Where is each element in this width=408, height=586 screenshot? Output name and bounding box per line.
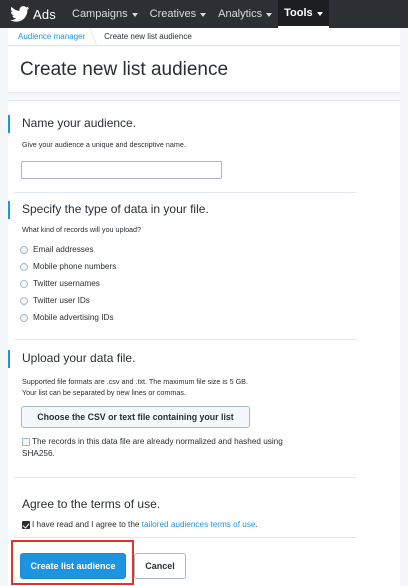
type-section-title: Specify the type of data in your file.	[22, 202, 209, 216]
hashed-checkbox-label-line2: SHA256.	[22, 449, 55, 458]
choose-file-button[interactable]: Choose the CSV or text file containing y…	[21, 406, 250, 428]
page-header: Create new list audience	[8, 47, 400, 93]
radio-email-label: Email addresses	[33, 245, 94, 254]
radio-twitter-usernames-label: Twitter usernames	[33, 279, 100, 288]
name-section-title: Name your audience.	[22, 116, 137, 130]
breadcrumb: Audience manager Create new list audienc…	[8, 27, 400, 46]
breadcrumb-current: Create new list audience	[104, 32, 192, 41]
brand-logo[interactable]: Ads	[0, 0, 66, 28]
upload-section-title: Upload your data file.	[22, 351, 136, 365]
section-indicator	[8, 201, 10, 219]
twitter-bird-icon	[10, 6, 30, 22]
nav-analytics-label: Analytics	[218, 8, 263, 20]
terms-of-use-link[interactable]: tailored audiences terms of use	[142, 520, 256, 529]
audience-name-input[interactable]	[21, 161, 222, 179]
radio-button[interactable]	[20, 245, 28, 254]
page-title: Create new list audience	[20, 58, 229, 80]
chevron-down-icon	[200, 12, 207, 17]
name-section-description: Give your audience a unique and descript…	[22, 140, 186, 149]
nav-creatives[interactable]: Creatives	[144, 0, 212, 28]
section-divider	[14, 477, 356, 478]
terms-checkbox-label: I have read and I agree to the tailored …	[32, 519, 258, 531]
hashed-checkbox-label-line1: The records in this data file are alread…	[32, 437, 283, 446]
chevron-down-icon	[316, 11, 323, 16]
terms-checkbox[interactable]	[22, 521, 30, 529]
radio-button[interactable]	[20, 279, 28, 288]
radio-button[interactable]	[20, 313, 28, 322]
nav-analytics[interactable]: Analytics	[212, 0, 278, 28]
nav-campaigns-label: Campaigns	[72, 8, 128, 20]
radio-twitter-user-ids-label: Twitter user IDs	[33, 296, 90, 305]
chevron-down-icon	[266, 12, 273, 17]
radio-mobile-advertising-ids-label: Mobile advertising IDs	[33, 313, 114, 322]
radio-twitter-user-ids[interactable]: Twitter user IDs	[20, 296, 90, 305]
section-divider	[14, 339, 356, 340]
chevron-down-icon	[131, 12, 138, 17]
radio-button[interactable]	[20, 262, 28, 271]
create-audience-form: Name your audience. Give your audience a…	[8, 100, 400, 586]
radio-button[interactable]	[20, 296, 28, 305]
radio-mobile-phone-label: Mobile phone numbers	[33, 262, 117, 271]
section-divider	[14, 192, 356, 193]
section-divider	[14, 537, 356, 538]
nav-tools-label: Tools	[284, 7, 313, 19]
section-indicator	[8, 350, 10, 368]
nav-creatives-label: Creatives	[149, 8, 197, 20]
brand-label: Ads	[33, 6, 57, 22]
terms-suffix: .	[255, 520, 258, 529]
create-list-audience-button[interactable]: Create list audience	[20, 553, 126, 579]
hashed-checkbox[interactable]	[22, 438, 30, 446]
terms-prefix: I have read and I agree to the	[32, 520, 142, 529]
cancel-button[interactable]: Cancel	[134, 553, 186, 579]
terms-section-title: Agree to the terms of use.	[22, 497, 161, 511]
radio-twitter-usernames[interactable]: Twitter usernames	[20, 279, 100, 288]
radio-mobile-advertising-ids[interactable]: Mobile advertising IDs	[20, 313, 114, 322]
nav-campaigns[interactable]: Campaigns	[66, 0, 144, 28]
radio-mobile-phone[interactable]: Mobile phone numbers	[20, 262, 116, 271]
radio-email[interactable]: Email addresses	[20, 245, 94, 254]
upload-section-desc-line2: Your list can be separated by new lines …	[22, 388, 186, 397]
section-indicator	[8, 115, 10, 133]
type-section-question: What kind of records will you upload?	[22, 225, 142, 234]
breadcrumb-audience-manager[interactable]: Audience manager	[8, 32, 93, 41]
nav-tools[interactable]: Tools	[278, 0, 329, 28]
upload-section-desc-line1: Supported file formats are .csv and .txt…	[22, 377, 248, 386]
top-navigation: Ads Campaigns Creatives Analytics Tools	[0, 0, 408, 28]
